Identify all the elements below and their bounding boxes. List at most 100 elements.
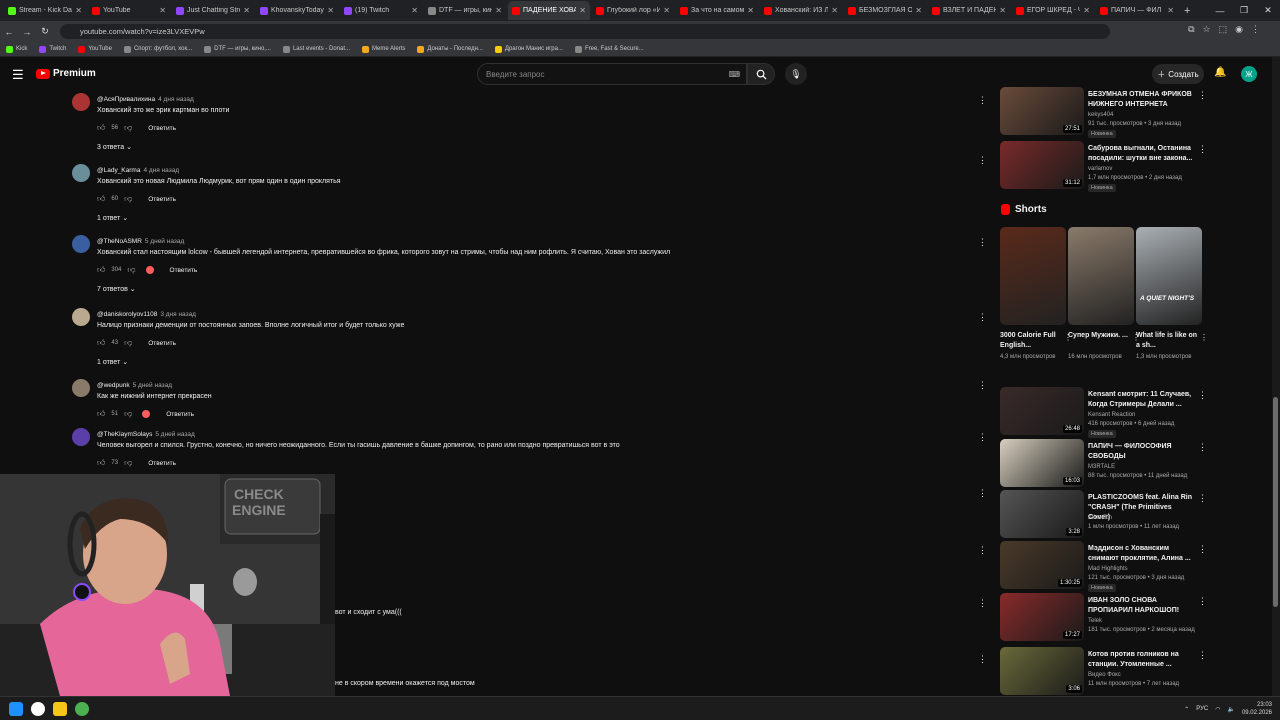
tab-close-icon[interactable]: ✕ (579, 6, 586, 15)
tab-close-icon[interactable]: ✕ (495, 6, 502, 15)
forward-icon[interactable]: → (18, 27, 36, 37)
related-video-item[interactable]: 31:12 Сабурова выгнали, Останина посадили… (1000, 141, 1265, 192)
comment-author[interactable]: @TheNoASMR 5 дней назад (97, 238, 184, 245)
video-menu-icon[interactable]: ⋮ (1198, 544, 1207, 555)
more-actions-icon[interactable]: ⋮ (978, 237, 987, 248)
commenter-avatar[interactable] (72, 93, 90, 111)
dislike-icon[interactable]: 👎︎ (124, 409, 132, 419)
video-title[interactable]: БЕЗУМНАЯ ОТМЕНА ФРИКОВ НИЖНЕГО ИНТЕРНЕТА (1088, 90, 1193, 110)
related-video-item[interactable]: 16:03 ПАПИЧ — ФИЛОСОФИЯ СВОБОДЫ M3RTALE 88 … (1000, 439, 1265, 489)
dislike-icon[interactable]: 👎︎ (124, 194, 132, 204)
bookmark-item[interactable]: Free, Fast & Secure... (574, 45, 644, 53)
commenter-avatar[interactable] (72, 379, 90, 397)
video-channel[interactable]: kekys404 (1088, 112, 1113, 118)
tab-close-icon[interactable]: ✕ (1167, 6, 1174, 15)
video-channel[interactable]: varlamov (1088, 166, 1112, 172)
yandex-icon[interactable] (31, 702, 45, 716)
notifications-bell-icon[interactable]: 🔔 (1214, 67, 1226, 78)
video-thumbnail[interactable]: 31:12 (1000, 141, 1084, 189)
install-icon[interactable]: ⧉ (1188, 24, 1194, 35)
short-menu-icon[interactable]: ⋮ (1200, 333, 1208, 342)
short-item[interactable]: 3000 Calorie Full English... 4,3 млн прос… (1000, 227, 1072, 362)
author-handle[interactable]: @TheKlaymSolays (97, 431, 152, 438)
browser-tab[interactable]: Глубокий лор «И ✕ (592, 1, 674, 20)
short-thumbnail[interactable] (1068, 227, 1134, 325)
video-menu-icon[interactable]: ⋮ (1198, 390, 1207, 401)
bookmark-star-icon[interactable]: ☆ (1203, 24, 1211, 35)
more-actions-icon[interactable]: ⋮ (978, 488, 987, 499)
reply-button[interactable]: Ответить (148, 125, 176, 132)
tab-close-icon[interactable]: ✕ (159, 6, 166, 15)
author-handle[interactable]: @daniskorolyov1108 (97, 311, 157, 318)
video-title[interactable]: Мэддисон с Хованским снимают проклятие, … (1088, 544, 1193, 564)
browser-tab[interactable]: YouTube ✕ (88, 1, 170, 20)
page-scrollbar[interactable] (1272, 57, 1280, 696)
dislike-icon[interactable]: 👎︎ (124, 458, 132, 468)
video-thumbnail[interactable]: 3:28 (1000, 490, 1084, 538)
short-item[interactable]: A QUIET NIGHT'S What life is like on a sh… (1136, 227, 1208, 362)
tab-close-icon[interactable]: ✕ (663, 6, 670, 15)
create-button[interactable]: ＋ Создать (1152, 64, 1204, 84)
browser-tab[interactable]: Stream - Kick Da ✕ (4, 1, 86, 20)
scrollbar-thumb[interactable] (1273, 397, 1278, 607)
comment-date[interactable]: 5 дней назад (155, 431, 194, 438)
commenter-avatar[interactable] (72, 164, 90, 182)
video-menu-icon[interactable]: ⋮ (1198, 650, 1207, 661)
video-title[interactable]: Сабурова выгнали, Останина посадили: шут… (1088, 144, 1193, 164)
new-tab-button[interactable]: + (1184, 5, 1190, 17)
extensions-icon[interactable]: ⬚ (1219, 24, 1228, 35)
browser-tab[interactable]: БЕЗМОЗГЛАЯ ОТ ✕ (844, 1, 926, 20)
video-thumbnail[interactable]: 17:27 (1000, 593, 1084, 641)
account-avatar[interactable]: Ж (1241, 66, 1257, 82)
video-title[interactable]: Котов против голников на станции. Утомле… (1088, 650, 1193, 670)
more-actions-icon[interactable]: ⋮ (978, 654, 987, 665)
short-title[interactable]: Супер Мужики. ... (1068, 331, 1134, 353)
video-menu-icon[interactable]: ⋮ (1198, 90, 1207, 101)
windows-icon[interactable] (9, 702, 23, 716)
comment-date[interactable]: 4 дня назад (143, 167, 179, 174)
tab-close-icon[interactable]: ✕ (831, 6, 838, 15)
show-replies-button[interactable]: 1 ответ ⌄ (97, 214, 128, 222)
volume-icon[interactable]: 🔈 (1227, 706, 1234, 713)
commenter-avatar[interactable] (72, 428, 90, 446)
author-handle[interactable]: @wedpunk (97, 382, 130, 389)
comment-author[interactable]: @АсяПривалихина 4 дня назад (97, 96, 194, 103)
comment-date[interactable]: 5 дней назад (133, 382, 172, 389)
browser-tab[interactable]: Хованский: ИЗ Л ✕ (760, 1, 842, 20)
related-video-item[interactable]: 3:06 Котов против голников на станции. Ут… (1000, 647, 1265, 696)
bookmark-item[interactable]: Kick (6, 45, 27, 53)
related-video-item[interactable]: 1:30:25 Мэддисон с Хованским снимают прок… (1000, 541, 1265, 592)
reload-icon[interactable]: ↻ (36, 26, 54, 37)
bookmark-item[interactable]: Last events - Donat... (282, 45, 350, 53)
browser-tab[interactable]: Just Chatting Stre ✕ (172, 1, 254, 20)
folder-icon[interactable] (53, 702, 67, 716)
video-thumbnail[interactable]: 3:06 (1000, 647, 1084, 695)
bookmark-item[interactable]: Спорт: футбол, хок... (123, 45, 192, 53)
voice-search-button[interactable]: 🎙 (785, 63, 807, 85)
video-thumbnail[interactable]: 27:51 (1000, 87, 1084, 135)
commenter-avatar[interactable] (72, 235, 90, 253)
video-channel[interactable]: Видео Фокс (1088, 672, 1121, 678)
video-channel[interactable]: Telek (1088, 618, 1102, 624)
video-title[interactable]: ИВАН ЗОЛО СНОВА ПРОПИАРИЛ НАРКОШОП! (1088, 596, 1193, 616)
bookmark-item[interactable]: Донаты - Последн... (417, 45, 483, 53)
video-channel[interactable]: Mad Highlights (1088, 566, 1128, 572)
search-input[interactable]: Введите запрос ⌨ (477, 63, 747, 85)
search-button[interactable] (747, 63, 775, 85)
browser-tab[interactable]: ВЗЛЕТ И ПАДЕН ✕ (928, 1, 1010, 20)
youtube-logo[interactable]: Premium (36, 68, 96, 79)
comment-date[interactable]: 5 дней назад (145, 238, 184, 245)
keyboard-icon[interactable]: ⌨ (728, 70, 740, 79)
like-icon[interactable]: 👍︎ (97, 458, 105, 468)
url-field[interactable]: youtube.com/watch?v=ize3LVXEVPw (60, 24, 1110, 39)
short-item[interactable]: Супер Мужики. ... 16 млн просмотров ⋮ (1068, 227, 1140, 362)
reply-button[interactable]: Ответить (148, 460, 176, 467)
short-thumbnail[interactable] (1000, 227, 1066, 325)
bookmark-item[interactable]: Meme Alerts (362, 45, 405, 53)
author-handle[interactable]: @TheNoASMR (97, 238, 142, 245)
browser-tab[interactable]: ЕГОР ШКРЕД - Ч ✕ (1012, 1, 1094, 20)
video-title[interactable]: Kensant смотрит: 11 Случаев, Когда Стрим… (1088, 390, 1193, 410)
tab-close-icon[interactable]: ✕ (243, 6, 250, 15)
show-replies-button[interactable]: 7 ответов ⌄ (97, 285, 136, 293)
reply-button[interactable]: Ответить (148, 196, 176, 203)
